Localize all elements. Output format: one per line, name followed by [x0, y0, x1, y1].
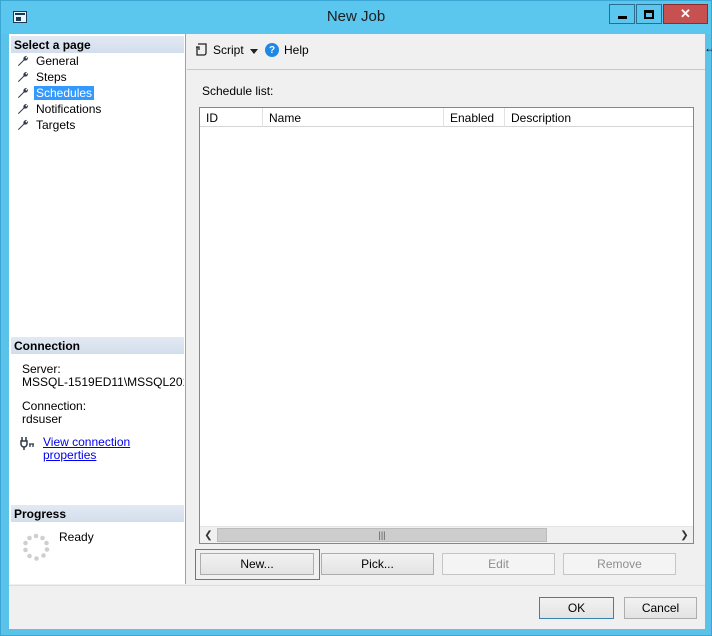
schedule-list-grid[interactable]: ID Name Enabled Description ❮ ||| ❯ — [199, 107, 694, 544]
minimize-icon — [617, 15, 627, 19]
close-icon: ✕ — [680, 6, 691, 21]
view-connection-properties-link[interactable]: View connection properties — [43, 436, 185, 462]
minimize-button[interactable] — [609, 4, 635, 24]
close-button[interactable]: ✕ — [663, 4, 708, 24]
script-icon — [195, 43, 209, 57]
page-label: Targets — [36, 118, 76, 132]
select-page-header: Select a page — [11, 36, 184, 53]
wrench-icon — [17, 87, 29, 99]
column-header-enabled[interactable]: Enabled — [444, 108, 505, 127]
page-item-general[interactable]: General — [17, 53, 103, 69]
new-job-window: New Job ✕ Select a page General Steps Sc… — [0, 0, 712, 636]
help-label: Help — [284, 43, 309, 57]
page-item-targets[interactable]: Targets — [17, 117, 103, 133]
left-pane: Select a page General Steps Schedules No… — [9, 34, 186, 584]
horizontal-scrollbar[interactable]: ❮ ||| ❯ — [200, 526, 693, 543]
script-label: Script — [213, 43, 244, 57]
window-title: New Job — [326, 8, 386, 25]
page-item-steps[interactable]: Steps — [17, 69, 103, 85]
page-label: General — [36, 54, 79, 68]
wrench-icon — [17, 119, 29, 131]
column-header-name[interactable]: Name — [263, 108, 444, 127]
schedule-list-label: Schedule list: — [202, 84, 274, 98]
page-list: General Steps Schedules Notifications Ta… — [17, 53, 103, 133]
maximize-button[interactable] — [636, 4, 662, 24]
scroll-left-icon[interactable]: ❮ — [200, 527, 217, 543]
page-label: Steps — [36, 70, 67, 84]
script-dropdown-caret-icon[interactable] — [250, 49, 258, 54]
scroll-right-icon[interactable]: ❯ — [676, 527, 693, 543]
connection-plug-icon — [19, 435, 35, 451]
column-header-id[interactable]: ID — [200, 108, 263, 127]
wrench-icon — [17, 71, 29, 83]
dialog-footer: OK Cancel — [9, 585, 705, 629]
column-header-description[interactable]: Description — [505, 108, 693, 127]
edit-schedule-button[interactable]: Edit — [442, 553, 555, 575]
server-value: MSSQL-1519ED11\MSSQL2016S — [22, 376, 184, 389]
scrollbar-thumb[interactable]: ||| — [217, 528, 547, 542]
remove-schedule-button[interactable]: Remove — [563, 553, 676, 575]
ok-button[interactable]: OK — [539, 597, 614, 619]
new-schedule-button[interactable]: New... — [200, 553, 314, 575]
page-label: Notifications — [36, 102, 102, 116]
progress-status: Ready — [59, 530, 94, 544]
progress-spinner-icon — [21, 532, 51, 562]
connection-value: rdsuser — [22, 412, 63, 426]
title-bar[interactable]: New Job ✕ — [1, 1, 711, 34]
help-button[interactable]: ? Help — [265, 43, 309, 57]
resize-arrow-icon: ↔ — [704, 41, 712, 55]
connection-header: Connection — [11, 337, 184, 354]
script-button[interactable]: Script — [195, 43, 244, 57]
page-item-schedules[interactable]: Schedules — [17, 85, 103, 101]
pick-schedule-button[interactable]: Pick... — [321, 553, 434, 575]
wrench-icon — [17, 103, 29, 115]
help-icon: ? — [265, 43, 279, 57]
cancel-button[interactable]: Cancel — [624, 597, 697, 619]
page-label: Schedules — [34, 86, 95, 100]
progress-header: Progress — [11, 505, 184, 522]
grid-header: ID Name Enabled Description — [200, 108, 693, 127]
wrench-icon — [17, 55, 29, 67]
server-label: Server: — [22, 362, 61, 376]
toolbar: Script ? Help — [187, 34, 705, 70]
maximize-icon — [644, 9, 654, 19]
page-item-notifications[interactable]: Notifications — [17, 101, 103, 117]
dialog-client-area: Select a page General Steps Schedules No… — [9, 34, 705, 629]
